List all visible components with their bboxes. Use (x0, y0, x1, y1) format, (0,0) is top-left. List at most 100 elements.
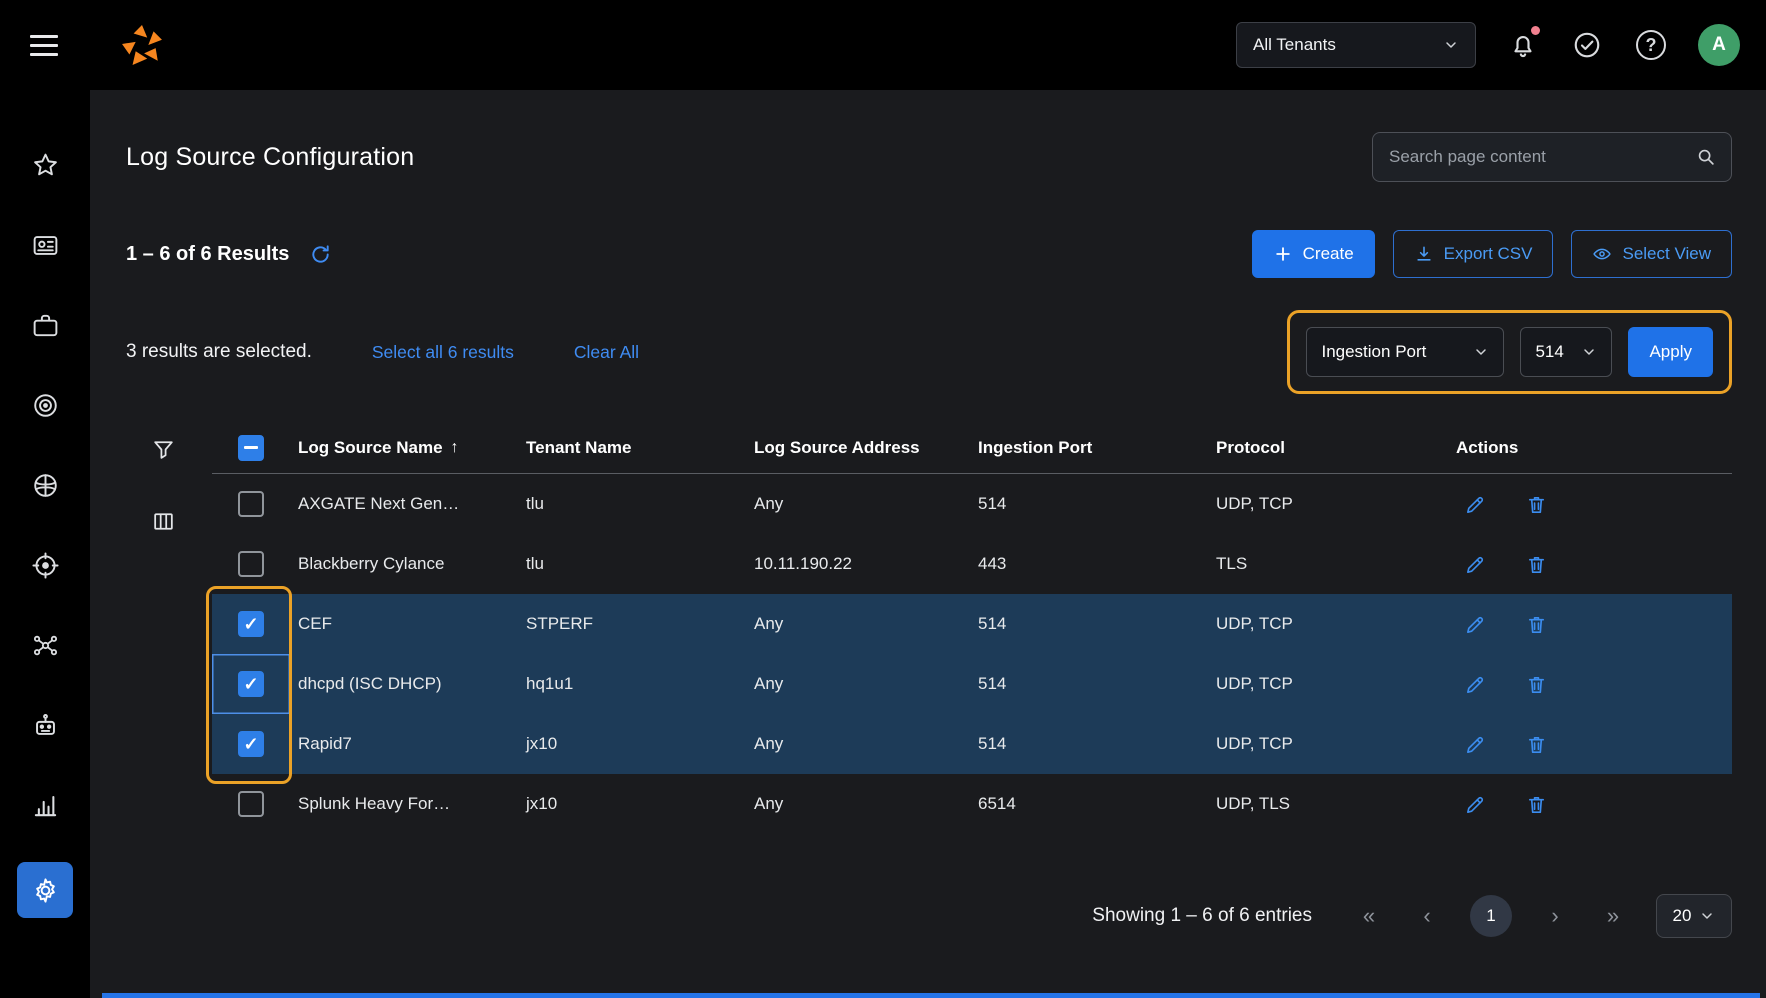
next-page-icon[interactable]: › (1540, 903, 1570, 929)
edit-icon[interactable] (1464, 493, 1487, 516)
bell-icon[interactable] (1506, 28, 1540, 62)
table-row[interactable]: CEF STPERF Any 514 UDP, TCP (212, 594, 1732, 654)
table-row[interactable]: AXGATE Next Gen… tlu Any 514 UDP, TCP (212, 474, 1732, 534)
briefcase-icon (31, 311, 60, 340)
star-icon (31, 151, 60, 180)
chevron-down-icon (1473, 344, 1489, 360)
filter-icon[interactable] (148, 434, 178, 464)
row-checkbox[interactable] (238, 731, 264, 757)
delete-icon[interactable] (1525, 553, 1548, 576)
table-gutter (126, 422, 212, 834)
table-row[interactable]: dhcpd (ISC DHCP) hq1u1 Any 514 UDP, TCP (212, 654, 1732, 714)
cell-log-source-name: Splunk Heavy For… (290, 794, 518, 814)
sort-asc-icon[interactable]: ↑ (451, 439, 459, 457)
brand-logo[interactable] (120, 23, 164, 67)
edit-icon[interactable] (1464, 733, 1487, 756)
globe-icon (31, 471, 60, 500)
sidebar-item-settings[interactable] (17, 862, 73, 918)
bulk-value-label: 514 (1535, 342, 1563, 362)
bulk-value-select[interactable]: 514 (1520, 327, 1612, 377)
results-count: 1 – 6 of 6 Results (126, 243, 289, 266)
cell-protocol: UDP, TCP (1208, 494, 1448, 514)
help-icon[interactable]: ? (1634, 28, 1668, 62)
delete-icon[interactable] (1525, 493, 1548, 516)
cell-actions (1448, 493, 1732, 516)
cell-ingestion-port: 514 (970, 674, 1208, 694)
sidebar-item-network[interactable] (22, 622, 68, 668)
tenant-selector[interactable]: All Tenants (1236, 22, 1476, 68)
sidebar (0, 90, 90, 998)
cell-actions (1448, 613, 1732, 636)
cell-log-source-name: dhcpd (ISC DHCP) (290, 674, 518, 694)
sidebar-item-target[interactable] (22, 542, 68, 588)
col-protocol[interactable]: Protocol (1208, 438, 1448, 458)
sidebar-item-card[interactable] (22, 222, 68, 268)
page-size-select[interactable]: 20 (1656, 894, 1732, 938)
export-csv-button[interactable]: Export CSV (1393, 230, 1554, 278)
cell-tenant-name: hq1u1 (518, 674, 746, 694)
cell-tenant-name: jx10 (518, 734, 746, 754)
row-checkbox-cell (212, 654, 290, 714)
sidebar-item-briefcase[interactable] (22, 302, 68, 348)
columns-icon[interactable] (148, 506, 178, 536)
selection-bar: 3 results are selected. Select all 6 res… (126, 310, 1732, 394)
delete-icon[interactable] (1525, 673, 1548, 696)
last-page-icon[interactable]: » (1598, 903, 1628, 929)
delete-icon[interactable] (1525, 613, 1548, 636)
apply-button[interactable]: Apply (1628, 327, 1713, 377)
current-page-button[interactable]: 1 (1470, 895, 1512, 937)
bar-chart-icon (31, 791, 60, 820)
refresh-button[interactable] (309, 243, 332, 266)
create-button[interactable]: Create (1252, 230, 1375, 278)
brand-star-icon (121, 24, 163, 66)
row-checkbox[interactable] (238, 671, 264, 697)
check-circle-icon[interactable] (1570, 28, 1604, 62)
row-checkbox[interactable] (238, 551, 264, 577)
sidebar-item-analytics[interactable] (22, 782, 68, 828)
clear-all-link[interactable]: Clear All (574, 342, 639, 363)
cell-ingestion-port: 6514 (970, 794, 1208, 814)
edit-icon[interactable] (1464, 613, 1487, 636)
network-icon (31, 631, 60, 660)
table-row[interactable]: Blackberry Cylance tlu 10.11.190.22 443 … (212, 534, 1732, 594)
sidebar-item-favorites[interactable] (22, 142, 68, 188)
first-page-icon[interactable]: « (1354, 903, 1384, 929)
select-all-link[interactable]: Select all 6 results (372, 342, 514, 363)
edit-icon[interactable] (1464, 673, 1487, 696)
col-log-source-address[interactable]: Log Source Address (746, 438, 970, 458)
row-checkbox[interactable] (238, 791, 264, 817)
cell-log-source-address: Any (746, 494, 970, 514)
prev-page-icon[interactable]: ‹ (1412, 903, 1442, 929)
edit-icon[interactable] (1464, 793, 1487, 816)
avatar[interactable]: A (1698, 24, 1740, 66)
menu-icon[interactable] (24, 29, 64, 62)
cell-ingestion-port: 514 (970, 734, 1208, 754)
table-body: AXGATE Next Gen… tlu Any 514 UDP, TCP Bl… (212, 474, 1732, 834)
search-input[interactable] (1389, 147, 1695, 167)
cell-protocol: UDP, TLS (1208, 794, 1448, 814)
row-checkbox[interactable] (238, 611, 264, 637)
pagination-bar: Showing 1 – 6 of 6 entries « ‹ 1 › » 20 (126, 894, 1732, 938)
table-row[interactable]: Splunk Heavy For… jx10 Any 6514 UDP, TLS (212, 774, 1732, 834)
chevron-down-icon (1699, 908, 1715, 924)
delete-icon[interactable] (1525, 793, 1548, 816)
delete-icon[interactable] (1525, 733, 1548, 756)
search-icon[interactable] (1695, 146, 1717, 168)
select-all-checkbox[interactable] (238, 435, 264, 461)
robot-icon (31, 711, 60, 740)
sidebar-item-globe[interactable] (22, 462, 68, 508)
col-ingestion-port[interactable]: Ingestion Port (970, 438, 1208, 458)
edit-icon[interactable] (1464, 553, 1487, 576)
col-tenant-name[interactable]: Tenant Name (518, 438, 746, 458)
col-log-source-name[interactable]: Log Source Name ↑ (290, 438, 518, 458)
table-row[interactable]: Rapid7 jx10 Any 514 UDP, TCP (212, 714, 1732, 774)
question-mark-icon: ? (1636, 30, 1666, 60)
sidebar-item-disc[interactable] (22, 382, 68, 428)
row-checkbox[interactable] (238, 491, 264, 517)
cell-log-source-name: AXGATE Next Gen… (290, 494, 518, 514)
bulk-field-select[interactable]: Ingestion Port (1306, 327, 1504, 377)
select-view-button[interactable]: Select View (1571, 230, 1732, 278)
sidebar-item-automation[interactable] (22, 702, 68, 748)
cell-tenant-name: tlu (518, 554, 746, 574)
cell-ingestion-port: 443 (970, 554, 1208, 574)
